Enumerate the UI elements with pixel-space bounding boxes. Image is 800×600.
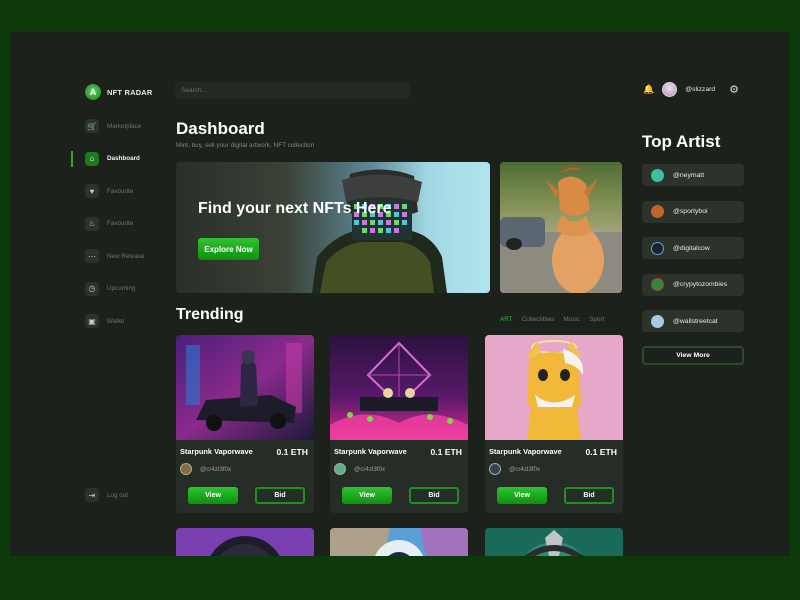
- nft-price: 0.1 ETH: [430, 447, 462, 457]
- nft-price: 0.1 ETH: [276, 447, 308, 457]
- artist-list: @neymatt @sportyboi @digitalcow @crypyto…: [642, 164, 744, 347]
- featured-artwork[interactable]: [500, 162, 622, 293]
- creator-avatar: [334, 463, 346, 475]
- nft-creator[interactable]: @cr4zl3f0x: [489, 463, 540, 475]
- top-artist-title: Top Artist: [642, 132, 721, 151]
- hero-banner: Find your next NFTs Here Explore Now: [176, 162, 490, 293]
- app: A NFT RADAR 🛒 Marketplace ⌂ Dashboard ♥ …: [10, 32, 790, 556]
- creator-avatar: [489, 463, 501, 475]
- clock-icon: ◷: [85, 281, 99, 296]
- bell-icon[interactable]: 🔔: [643, 84, 654, 95]
- sidebar-item-label: Favourite: [107, 220, 134, 227]
- brand-name: NFT RADAR: [107, 87, 153, 97]
- username[interactable]: @slizzard: [685, 86, 715, 93]
- view-button[interactable]: View: [497, 487, 547, 504]
- heart-icon: ♥: [85, 184, 99, 198]
- sidebar-item-wallet[interactable]: ▣ Wallet: [85, 313, 144, 329]
- nft-artwork[interactable]: [176, 335, 314, 440]
- artist-avatar: [651, 241, 664, 255]
- creator-handle: @cr4zl3f0x: [509, 465, 541, 473]
- cart-icon: 🛒: [85, 119, 99, 133]
- nft-artwork[interactable]: [330, 335, 468, 440]
- nft-artwork[interactable]: [330, 528, 468, 556]
- nft-name: Starpunk Vaporwave: [334, 447, 407, 456]
- tab-sport[interactable]: Sport: [589, 316, 604, 323]
- nft-artwork[interactable]: [176, 528, 314, 556]
- sidebar-item-dashboard[interactable]: ⌂ Dashboard: [70, 150, 144, 167]
- brand-logo[interactable]: A NFT RADAR: [85, 84, 153, 100]
- bid-button[interactable]: Bid: [255, 487, 305, 504]
- page-subtitle: Mint, buy, sell your digital artwork, NF…: [176, 142, 315, 149]
- sidebar-item-label: Wallet: [107, 317, 125, 325]
- hero-artwork: [312, 162, 490, 293]
- category-tabs: ART Collectibles Music Sport: [500, 316, 604, 323]
- artist-item[interactable]: @sportyboi: [642, 200, 744, 223]
- nft-card: Starpunk Vaporwave 0.1 ETH @cr4zl3f0x Vi…: [330, 335, 468, 513]
- nft-artwork[interactable]: [485, 528, 623, 556]
- view-more-button[interactable]: View More: [642, 346, 744, 365]
- nft-name: Starpunk Vaporwave: [489, 447, 562, 456]
- bid-button[interactable]: Bid: [564, 487, 614, 504]
- logout-label: Log out: [107, 491, 129, 499]
- hero-title: Find your next NFTs Here: [198, 200, 392, 217]
- nft-name: Starpunk Vaporwave: [180, 447, 253, 456]
- artist-handle: @neymatt: [673, 171, 705, 179]
- app-frame: A NFT RADAR 🛒 Marketplace ⌂ Dashboard ♥ …: [10, 32, 790, 556]
- artist-avatar: [651, 205, 664, 218]
- search-placeholder: Search...: [181, 87, 208, 94]
- home-icon: ⌂: [85, 151, 99, 166]
- view-button[interactable]: View: [188, 487, 238, 504]
- sidebar-nav: 🛒 Marketplace ⌂ Dashboard ♥ Favourite ♨ …: [70, 118, 144, 346]
- sidebar-item-label: Dashboard: [107, 155, 140, 162]
- sidebar-item-label: Favourite: [107, 187, 134, 195]
- sidebar-item-favourite[interactable]: ♥ Favourite: [85, 183, 144, 199]
- nft-card: Starpunk Vaporwave 0.1 ETH @cr4zl3f0x Vi…: [485, 335, 623, 513]
- nft-price: 0.1 ETH: [585, 447, 617, 457]
- tab-art[interactable]: ART: [500, 316, 513, 323]
- sidebar-item-upcoming[interactable]: ◷ Upcoming: [85, 281, 144, 297]
- sidebar-item-label: New Release: [107, 252, 145, 260]
- artist-handle: @wallstreetcat: [673, 317, 718, 325]
- creator-avatar: [180, 463, 192, 475]
- artist-handle: @sportyboi: [673, 208, 708, 215]
- nft-artwork[interactable]: [485, 335, 623, 440]
- artist-avatar: [651, 278, 664, 291]
- creator-handle: @cr4zl3f0x: [354, 465, 386, 473]
- page-title: Dashboard: [176, 119, 265, 138]
- dots-icon: ⋯: [85, 249, 99, 263]
- nft-creator[interactable]: @cr4zl3f0x: [180, 463, 231, 475]
- nft-card: Starpunk Vaporwave 0.1 ETH @cr4zl3f0x Vi…: [176, 335, 314, 513]
- logout-icon: ⇥: [85, 488, 99, 502]
- search-input[interactable]: Search...: [175, 82, 410, 99]
- artist-item[interactable]: @crypytozombies: [642, 273, 744, 296]
- sidebar-item-marketplace[interactable]: 🛒 Marketplace: [85, 118, 144, 134]
- user-bar: 🔔 @slizzard ⚙: [643, 82, 739, 97]
- nft-creator[interactable]: @cr4zl3f0x: [334, 463, 385, 475]
- sidebar-item-label: Upcoming: [107, 285, 136, 292]
- bid-button[interactable]: Bid: [409, 487, 459, 504]
- wallet-icon: ▣: [85, 314, 99, 328]
- creator-handle: @cr4zl3f0x: [200, 465, 232, 473]
- trending-title: Trending: [176, 306, 244, 323]
- tab-music[interactable]: Music: [563, 316, 580, 323]
- tab-collectibles[interactable]: Collectibles: [522, 316, 555, 323]
- sidebar-item-favourite-2[interactable]: ♨ Favourite: [85, 216, 144, 232]
- artist-item[interactable]: @wallstreetcat: [642, 310, 744, 332]
- logo-icon: A: [85, 84, 101, 100]
- avatar[interactable]: [662, 82, 678, 97]
- sidebar-item-new-release[interactable]: ⋯ New Release: [85, 248, 144, 264]
- logout-button[interactable]: ⇥ Log out: [85, 488, 128, 502]
- artist-item[interactable]: @neymatt: [642, 164, 744, 186]
- gear-icon[interactable]: ⚙: [729, 83, 739, 96]
- artist-item[interactable]: @digitalcow: [642, 237, 744, 259]
- featured-artwork-image: [500, 167, 622, 293]
- artist-avatar: [651, 314, 664, 328]
- artist-handle: @crypytozombies: [673, 281, 728, 288]
- sidebar-item-label: Marketplace: [107, 122, 142, 130]
- artist-avatar: [651, 168, 664, 182]
- fire-icon: ♨: [85, 216, 99, 231]
- explore-now-button[interactable]: Explore Now: [198, 238, 259, 260]
- artist-handle: @digitalcow: [673, 244, 710, 252]
- view-button[interactable]: View: [342, 487, 392, 504]
